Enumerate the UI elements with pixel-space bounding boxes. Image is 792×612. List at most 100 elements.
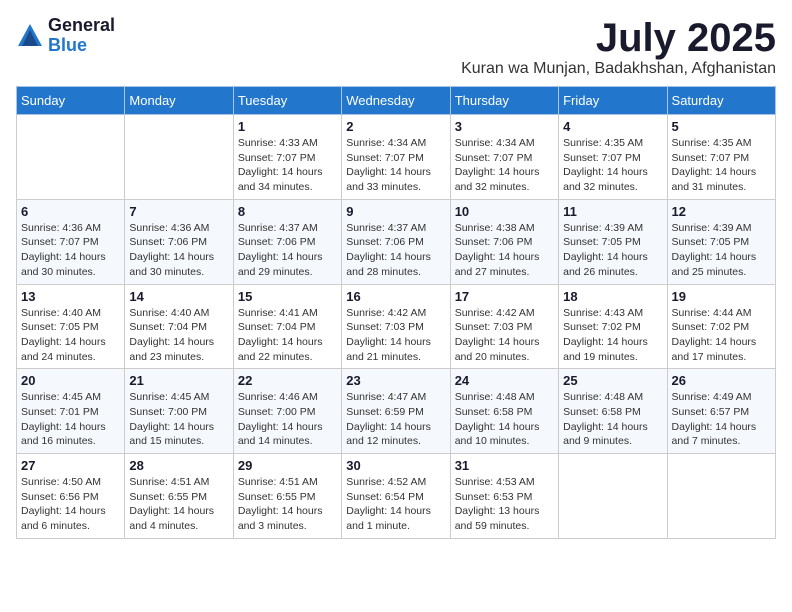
day-info: Sunrise: 4:53 AM Sunset: 6:53 PM Dayligh… (455, 475, 554, 534)
calendar-week-row: 20 Sunrise: 4:45 AM Sunset: 7:01 PM Dayli… (17, 369, 776, 454)
calendar-cell: 8Sunrise: 4:37 AM Sunset: 7:06 PM Daylig… (233, 199, 341, 284)
calendar-cell: 15Sunrise: 4:41 AM Sunset: 7:04 PM Dayli… (233, 284, 341, 369)
day-info: Sunrise: 4:37 AM Sunset: 7:06 PM Dayligh… (346, 221, 445, 280)
calendar-cell: 24 Sunrise: 4:48 AM Sunset: 6:58 PM Dayli… (450, 369, 558, 454)
calendar-cell: 23 Sunrise: 4:47 AM Sunset: 6:59 PM Dayli… (342, 369, 450, 454)
logo-blue-text: Blue (48, 36, 115, 56)
calendar-cell: 3 Sunrise: 4:34 AM Sunset: 7:07 PM Daylig… (450, 115, 558, 200)
calendar-cell: 2Sunrise: 4:34 AM Sunset: 7:07 PM Daylig… (342, 115, 450, 200)
calendar-table: SundayMondayTuesdayWednesdayThursdayFrid… (16, 86, 776, 539)
day-number: 4 (563, 119, 662, 134)
day-info: Sunrise: 4:39 AM Sunset: 7:05 PM Dayligh… (672, 221, 771, 280)
title-area: July 2025 Kuran wa Munjan, Badakhshan, A… (461, 16, 776, 78)
calendar-cell: 9 Sunrise: 4:37 AM Sunset: 7:06 PM Daylig… (342, 199, 450, 284)
day-info: Sunrise: 4:42 AM Sunset: 7:03 PM Dayligh… (455, 306, 554, 365)
calendar-cell (559, 454, 667, 539)
day-number: 15 (238, 289, 337, 304)
calendar-cell: 6Sunrise: 4:36 AM Sunset: 7:07 PM Daylig… (17, 199, 125, 284)
day-info: Sunrise: 4:51 AM Sunset: 6:55 PM Dayligh… (238, 475, 337, 534)
calendar-cell (125, 115, 233, 200)
day-number: 10 (455, 204, 554, 219)
calendar-cell: 14Sunrise: 4:40 AM Sunset: 7:04 PM Dayli… (125, 284, 233, 369)
day-info: Sunrise: 4:35 AM Sunset: 7:07 PM Dayligh… (672, 136, 771, 195)
day-number: 29 (238, 458, 337, 473)
calendar-cell: 26Sunrise: 4:49 AM Sunset: 6:57 PM Dayli… (667, 369, 775, 454)
weekday-header: Wednesday (342, 87, 450, 115)
day-info: Sunrise: 4:47 AM Sunset: 6:59 PM Dayligh… (346, 390, 445, 449)
weekday-header: Sunday (17, 87, 125, 115)
day-info: Sunrise: 4:36 AM Sunset: 7:06 PM Dayligh… (129, 221, 228, 280)
day-info: Sunrise: 4:34 AM Sunset: 7:07 PM Dayligh… (455, 136, 554, 195)
weekday-header: Tuesday (233, 87, 341, 115)
calendar-cell: 30Sunrise: 4:52 AM Sunset: 6:54 PM Dayli… (342, 454, 450, 539)
day-number: 16 (346, 289, 445, 304)
day-number: 30 (346, 458, 445, 473)
day-info: Sunrise: 4:50 AM Sunset: 6:56 PM Dayligh… (21, 475, 120, 534)
day-info: Sunrise: 4:48 AM Sunset: 6:58 PM Dayligh… (455, 390, 554, 449)
day-number: 26 (672, 373, 771, 388)
day-number: 1 (238, 119, 337, 134)
calendar-cell: 22 Sunrise: 4:46 AM Sunset: 7:00 PM Dayli… (233, 369, 341, 454)
calendar-cell: 1 Sunrise: 4:33 AM Sunset: 7:07 PM Daylig… (233, 115, 341, 200)
day-number: 12 (672, 204, 771, 219)
calendar-cell: 12 Sunrise: 4:39 AM Sunset: 7:05 PM Dayli… (667, 199, 775, 284)
weekday-header: Saturday (667, 87, 775, 115)
day-info: Sunrise: 4:35 AM Sunset: 7:07 PM Dayligh… (563, 136, 662, 195)
calendar-cell: 18 Sunrise: 4:43 AM Sunset: 7:02 PM Dayli… (559, 284, 667, 369)
calendar-cell: 17 Sunrise: 4:42 AM Sunset: 7:03 PM Dayli… (450, 284, 558, 369)
day-info: Sunrise: 4:42 AM Sunset: 7:03 PM Dayligh… (346, 306, 445, 365)
day-info: Sunrise: 4:46 AM Sunset: 7:00 PM Dayligh… (238, 390, 337, 449)
day-number: 17 (455, 289, 554, 304)
calendar-cell (667, 454, 775, 539)
day-number: 28 (129, 458, 228, 473)
calendar-week-row: 13 Sunrise: 4:40 AM Sunset: 7:05 PM Dayli… (17, 284, 776, 369)
day-info: Sunrise: 4:39 AM Sunset: 7:05 PM Dayligh… (563, 221, 662, 280)
day-number: 9 (346, 204, 445, 219)
day-number: 2 (346, 119, 445, 134)
logo-general-text: General (48, 16, 115, 36)
day-info: Sunrise: 4:40 AM Sunset: 7:04 PM Dayligh… (129, 306, 228, 365)
day-info: Sunrise: 4:43 AM Sunset: 7:02 PM Dayligh… (563, 306, 662, 365)
day-info: Sunrise: 4:48 AM Sunset: 6:58 PM Dayligh… (563, 390, 662, 449)
day-info: Sunrise: 4:45 AM Sunset: 7:01 PM Dayligh… (21, 390, 120, 449)
calendar-cell (17, 115, 125, 200)
calendar-cell: 13 Sunrise: 4:40 AM Sunset: 7:05 PM Dayli… (17, 284, 125, 369)
day-number: 11 (563, 204, 662, 219)
day-info: Sunrise: 4:40 AM Sunset: 7:05 PM Dayligh… (21, 306, 120, 365)
calendar-cell: 5 Sunrise: 4:35 AM Sunset: 7:07 PM Daylig… (667, 115, 775, 200)
day-number: 24 (455, 373, 554, 388)
day-number: 3 (455, 119, 554, 134)
calendar-week-row: 6Sunrise: 4:36 AM Sunset: 7:07 PM Daylig… (17, 199, 776, 284)
day-number: 5 (672, 119, 771, 134)
calendar-cell: 27 Sunrise: 4:50 AM Sunset: 6:56 PM Dayli… (17, 454, 125, 539)
day-number: 13 (21, 289, 120, 304)
logo-icon (16, 22, 44, 50)
logo: General Blue (16, 16, 115, 56)
day-number: 22 (238, 373, 337, 388)
logo-text: General Blue (48, 16, 115, 56)
day-number: 19 (672, 289, 771, 304)
calendar-cell: 25 Sunrise: 4:48 AM Sunset: 6:58 PM Dayli… (559, 369, 667, 454)
day-info: Sunrise: 4:51 AM Sunset: 6:55 PM Dayligh… (129, 475, 228, 534)
day-number: 18 (563, 289, 662, 304)
day-number: 20 (21, 373, 120, 388)
page-header: General Blue July 2025 Kuran wa Munjan, … (16, 16, 776, 78)
calendar-cell: 11 Sunrise: 4:39 AM Sunset: 7:05 PM Dayli… (559, 199, 667, 284)
calendar-cell: 28 Sunrise: 4:51 AM Sunset: 6:55 PM Dayli… (125, 454, 233, 539)
calendar-cell: 19Sunrise: 4:44 AM Sunset: 7:02 PM Dayli… (667, 284, 775, 369)
calendar-cell: 4 Sunrise: 4:35 AM Sunset: 7:07 PM Daylig… (559, 115, 667, 200)
calendar-cell: 7 Sunrise: 4:36 AM Sunset: 7:06 PM Daylig… (125, 199, 233, 284)
weekday-header: Friday (559, 87, 667, 115)
calendar-cell: 31 Sunrise: 4:53 AM Sunset: 6:53 PM Dayli… (450, 454, 558, 539)
calendar-header-row: SundayMondayTuesdayWednesdayThursdayFrid… (17, 87, 776, 115)
day-number: 31 (455, 458, 554, 473)
day-info: Sunrise: 4:38 AM Sunset: 7:06 PM Dayligh… (455, 221, 554, 280)
calendar-week-row: 1 Sunrise: 4:33 AM Sunset: 7:07 PM Daylig… (17, 115, 776, 200)
day-info: Sunrise: 4:33 AM Sunset: 7:07 PM Dayligh… (238, 136, 337, 195)
day-number: 23 (346, 373, 445, 388)
day-info: Sunrise: 4:37 AM Sunset: 7:06 PM Dayligh… (238, 221, 337, 280)
location-title: Kuran wa Munjan, Badakhshan, Afghanistan (461, 60, 776, 78)
day-number: 27 (21, 458, 120, 473)
day-number: 7 (129, 204, 228, 219)
day-number: 25 (563, 373, 662, 388)
